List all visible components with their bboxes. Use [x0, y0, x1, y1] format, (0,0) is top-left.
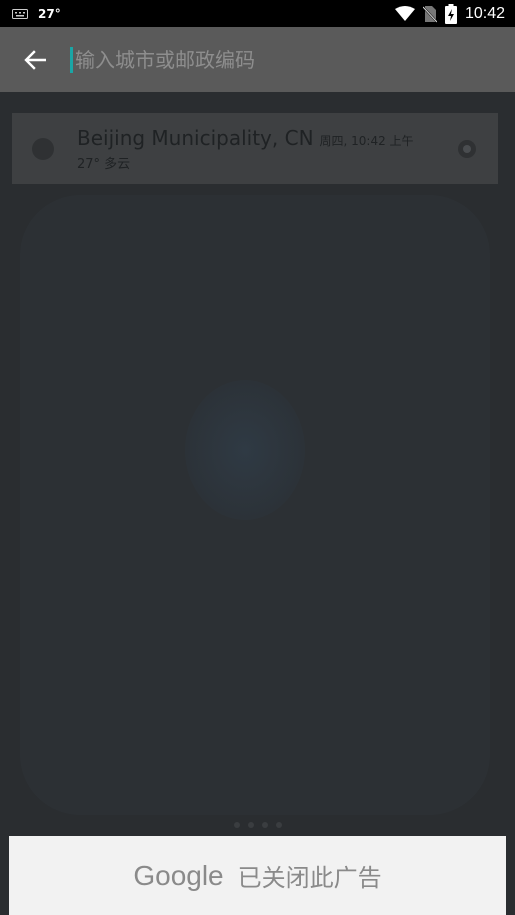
page-dot — [275, 822, 282, 828]
text-cursor — [70, 46, 73, 73]
search-input[interactable] — [74, 47, 515, 72]
result-datetime: 周四, 10:42 上午 — [319, 133, 414, 148]
back-button[interactable] — [0, 27, 70, 92]
arrow-back-icon — [24, 49, 46, 70]
battery-charging-icon — [444, 3, 457, 24]
search-result-item[interactable]: Beijing Municipality, CN 周四, 10:42 上午 27… — [12, 113, 498, 184]
result-weather: 27° 多云 — [77, 156, 131, 172]
status-bar: 27° 10:42 — [0, 0, 515, 27]
google-logo: Google — [133, 859, 224, 891]
result-city: Beijing Municipality, CN — [77, 125, 314, 150]
background-glow — [185, 380, 305, 520]
wifi-icon — [394, 5, 415, 21]
page-dot — [247, 822, 254, 828]
page-dot — [261, 822, 268, 828]
no-sim-icon — [422, 5, 437, 23]
search-result-text: Beijing Municipality, CN 周四, 10:42 上午 27… — [77, 126, 458, 172]
ad-banner: Google 已关闭此广告 — [9, 836, 506, 915]
keyboard-icon — [12, 8, 28, 19]
search-field[interactable] — [70, 27, 515, 92]
ad-closed-message: 已关闭此广告 — [237, 864, 382, 892]
select-result-icon[interactable] — [458, 139, 476, 158]
search-app-bar — [0, 27, 515, 92]
location-icon — [32, 137, 54, 160]
status-time: 10:42 — [464, 4, 505, 22]
page-indicator — [0, 822, 515, 828]
page-dot — [233, 822, 240, 828]
status-temperature: 27° — [38, 6, 61, 21]
